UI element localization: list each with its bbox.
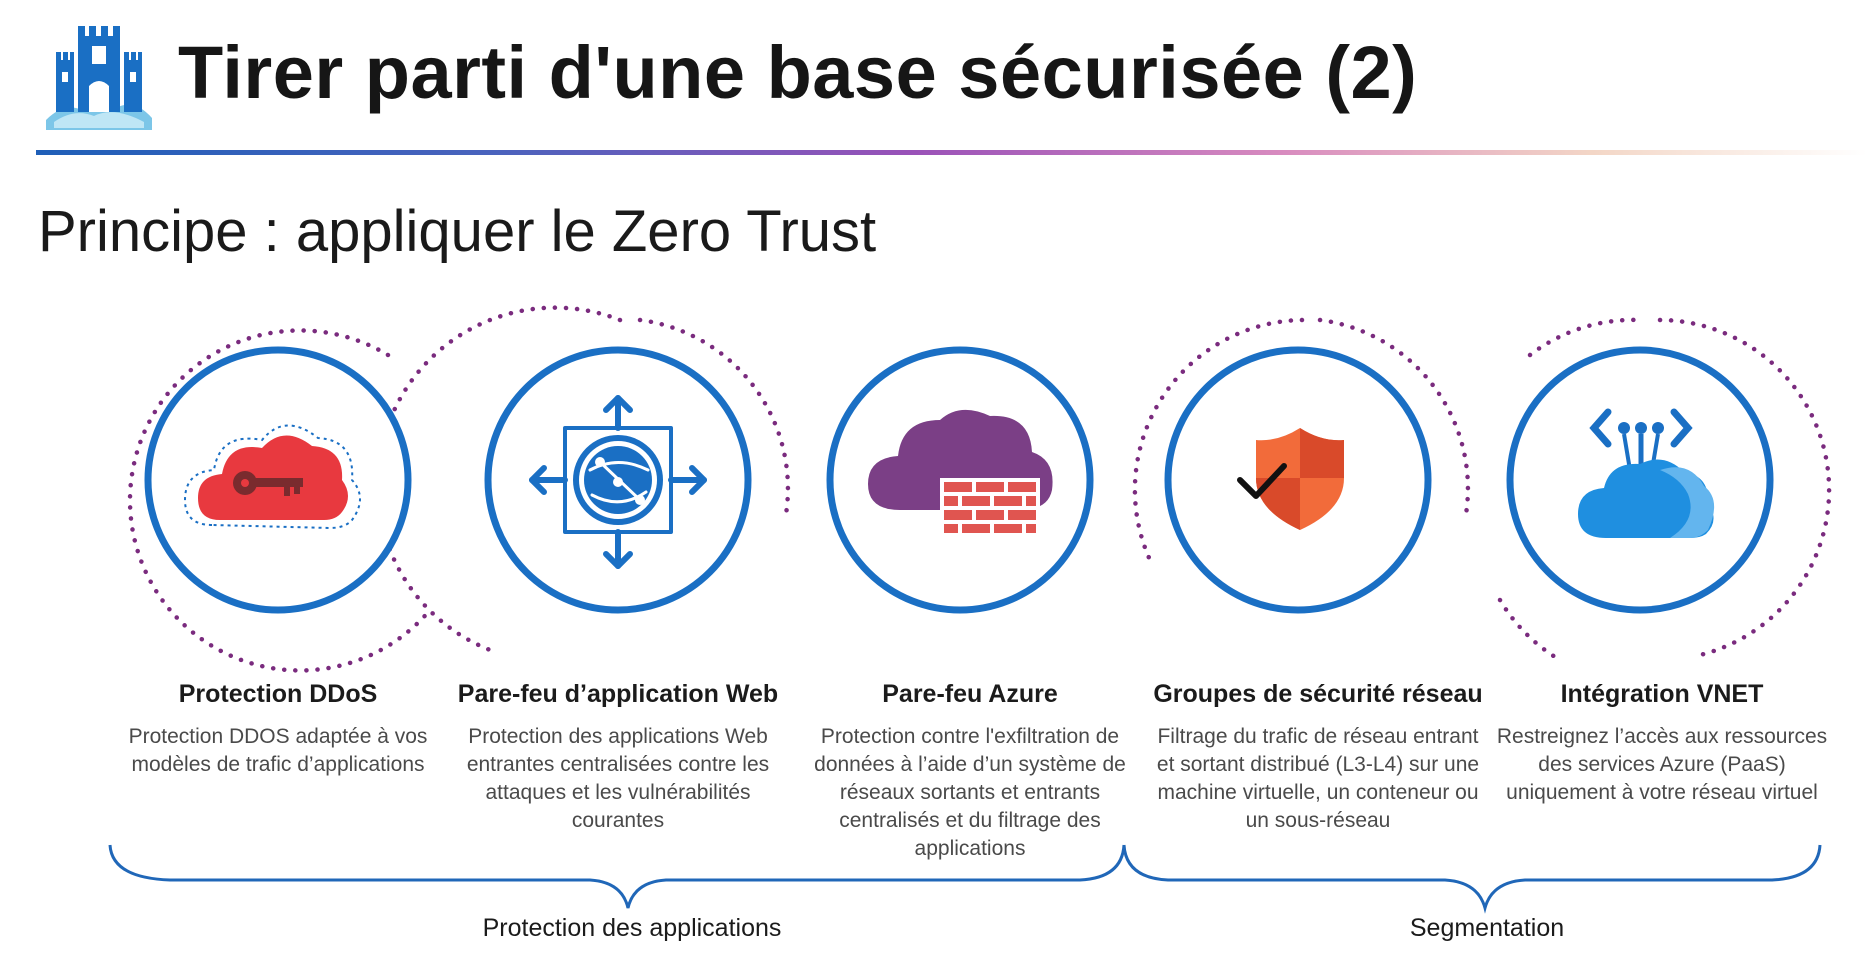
brace-segmentation [1122,844,1822,914]
feature-title: Groupes de sécurité réseau [1153,680,1483,708]
feature-vnet: Intégration VNET Restreignez l’accès aux… [1492,680,1832,807]
feature-waf: Pare-feu d’application Web Protection de… [448,680,788,835]
group-label-protection-applications: Protection des applications [482,914,782,942]
feature-description: Protection contre l'exfiltration de donn… [814,725,1126,860]
feature-description: Filtrage du trafic de réseau entrant et … [1156,725,1480,832]
feature-nsg: Groupes de sécurité réseau Filtrage du t… [1148,680,1488,835]
feature-description: Protection DDOS adaptée à vos modèles de… [128,725,428,776]
feature-description: Protection des applications Web entrante… [466,725,770,832]
feature-ddos: Protection DDoS Protection DDOS adaptée … [108,680,448,779]
feature-title: Protection DDoS [178,680,378,708]
feature-azure-firewall: Pare-feu Azure Protection contre l'exfil… [800,680,1140,863]
feature-title: Intégration VNET [1560,680,1764,708]
feature-description: Restreignez l’accès aux ressources des s… [1496,725,1828,804]
group-label-segmentation: Segmentation [1409,914,1565,942]
feature-title: Pare-feu Azure [882,680,1058,708]
dotted-arc-8 [1497,597,1563,663]
feature-title: Pare-feu d’application Web [457,680,779,708]
